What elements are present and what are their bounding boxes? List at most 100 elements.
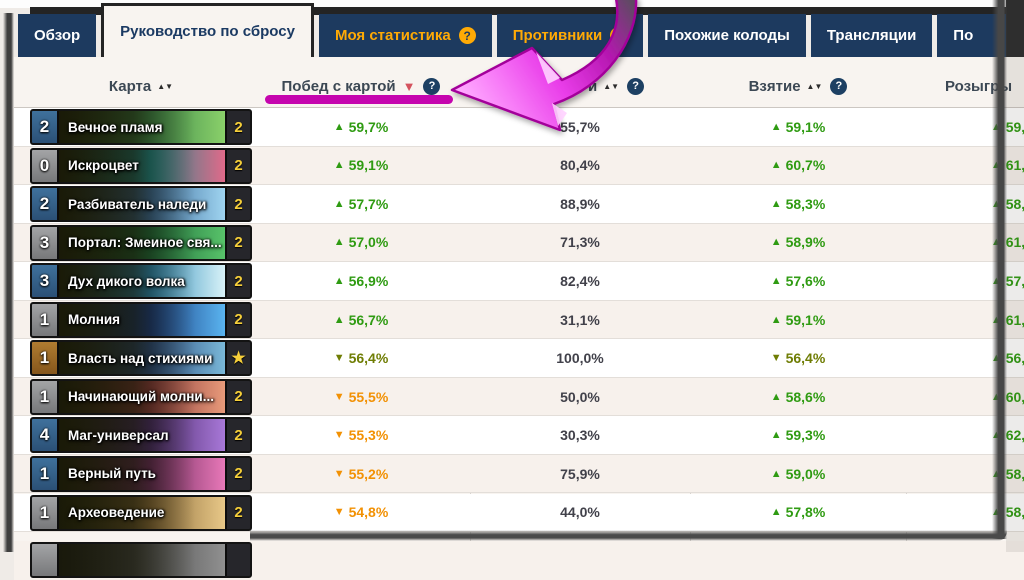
card-tile[interactable]: 3Портал: Змеиное свя...2 — [30, 225, 252, 261]
trend-up-icon: ▲ — [771, 236, 782, 248]
trend-up-icon: ▲ — [771, 468, 782, 480]
card-tile[interactable]: 2Разбиватель наледи2 — [30, 186, 252, 222]
table-row: 2Вечное пламя2▲59,7%55,7%▲59,1%▲59, — [14, 108, 1024, 147]
help-icon[interactable]: ? — [830, 78, 847, 95]
table-row: 1Власть над стихиями★▼56,4%100,0%▼56,4%▲… — [14, 339, 1024, 378]
kept-value: 44,0% — [470, 494, 690, 532]
trend-up-icon: ▲ — [334, 275, 345, 287]
kept-value: 30,3% — [470, 416, 690, 454]
column-label: Побед с картой — [282, 78, 396, 95]
card-tile[interactable]: 3Дух дикого волка2 — [30, 263, 252, 299]
card-count: 2 — [225, 304, 250, 336]
kept-value: 82,4% — [470, 262, 690, 300]
card-count: 2 — [225, 497, 250, 529]
card-count: 2 — [225, 265, 250, 297]
value-text: 59,1% — [786, 312, 826, 328]
window-frame-shadow-left — [3, 13, 14, 552]
trend-up-icon: ▲ — [334, 236, 345, 248]
win-with-card-value: ▼ 56,4% — [252, 339, 470, 377]
help-icon[interactable]: ? — [459, 27, 476, 44]
column-label: Взятие — [749, 78, 801, 95]
mana-cost: 2 — [32, 188, 59, 220]
card-name: Искроцвет — [59, 158, 139, 173]
legendary-star-icon: ★ — [225, 342, 250, 374]
mana-cost: 2 — [32, 111, 59, 143]
tab-4[interactable]: Противники? — [497, 14, 644, 57]
tab-5[interactable]: Похожие колоды — [648, 14, 806, 57]
card-tile[interactable]: 1Археоведение2 — [30, 495, 252, 531]
table-row: 3Портал: Змеиное свя...2▲57,0%71,3%▲58,9… — [14, 224, 1024, 263]
value-text: 55,3% — [349, 427, 389, 443]
sort-both-icon[interactable]: ▲▼ — [603, 82, 619, 91]
tab-6[interactable]: Трансляции — [811, 14, 932, 57]
trend-up-icon: ▲ — [771, 275, 782, 287]
tab-1[interactable]: Обзор — [18, 14, 96, 57]
card-count: 2 — [225, 419, 250, 451]
trend-down-icon: ▼ — [334, 506, 345, 518]
mana-cost — [32, 544, 59, 576]
kept-value: 55,7% — [470, 108, 690, 146]
trend-down-icon: ▼ — [334, 429, 345, 441]
value-text: 56,9% — [349, 273, 389, 289]
tab-bar: ОбзорРуководство по сбросуМоя статистика… — [18, 14, 1017, 57]
mana-cost: 1 — [32, 458, 59, 490]
drawn-value: ▲59,1% — [690, 301, 906, 339]
kept-value: 31,1% — [470, 301, 690, 339]
tab-2[interactable]: Руководство по сбросу — [101, 3, 314, 57]
column-header-card[interactable]: Карта ▲▼ — [30, 74, 252, 98]
card-tile[interactable]: 1Начинающий молни...2 — [30, 379, 252, 415]
win-with-card-value: ▲ 56,9% — [252, 262, 470, 300]
window-frame-shadow-bottom — [250, 530, 1007, 541]
win-with-card-value: ▼ 55,3% — [252, 416, 470, 454]
sort-both-icon[interactable]: ▲▼ — [807, 82, 823, 91]
card-count: 2 — [225, 111, 250, 143]
value-text: 59,1% — [786, 119, 826, 135]
card-art: Молния — [59, 304, 225, 336]
kept-value: 71,3% — [470, 224, 690, 262]
card-count: 2 — [225, 227, 250, 259]
trend-up-icon: ▲ — [771, 506, 782, 518]
value-text: 56,7% — [349, 312, 389, 328]
help-icon[interactable]: ? — [423, 78, 440, 95]
value-text: 58,3% — [786, 196, 826, 212]
table-row: 2Разбиватель наледи2▲57,7%88,9%▲58,3%▲58… — [14, 185, 1024, 224]
card-name: Маг-универсал — [59, 428, 169, 443]
value-text: 56,4% — [349, 350, 389, 366]
card-art: Портал: Змеиное свя... — [59, 227, 225, 259]
trend-up-icon: ▲ — [771, 121, 782, 133]
help-icon[interactable]: ? — [610, 27, 627, 44]
trend-up-icon: ▲ — [771, 429, 782, 441]
value-text: 59,7% — [349, 119, 389, 135]
card-tile[interactable]: 1Верный путь2 — [30, 456, 252, 492]
card-count: 2 — [225, 458, 250, 490]
card-tile[interactable]: 1Власть над стихиями★ — [30, 340, 252, 376]
table-row: 1Археоведение2▼54,8%44,0%▲57,8%▲58, — [14, 494, 1024, 533]
card-name: Дух дикого волка — [59, 274, 185, 289]
column-header-drawn[interactable]: Взятие ▲▼ ? — [690, 74, 906, 98]
card-art: Маг-универсал — [59, 419, 225, 451]
window-frame-shadow-right — [992, 0, 1007, 539]
card-art: Археоведение — [59, 497, 225, 529]
card-tile[interactable]: 0Искроцвет2 — [30, 148, 252, 184]
value-text: 60,7% — [786, 157, 826, 173]
card-art: Искроцвет — [59, 150, 225, 182]
card-tile[interactable] — [30, 542, 252, 578]
card-tile[interactable]: 2Вечное пламя2 — [30, 109, 252, 145]
trend-down-icon: ▼ — [334, 352, 345, 364]
drawn-value: ▲60,7% — [690, 147, 906, 185]
card-tile[interactable]: 1Молния 2 — [30, 302, 252, 338]
tab-label: Трансляции — [827, 27, 916, 44]
sort-both-icon[interactable]: ▲▼ — [157, 82, 173, 91]
tab-label: Обзор — [34, 27, 80, 44]
help-icon[interactable]: ? — [627, 78, 644, 95]
sort-desc-icon[interactable]: ▼ — [403, 79, 416, 94]
table-body: 2Вечное пламя2▲59,7%55,7%▲59,1%▲59,0Искр… — [14, 108, 1024, 552]
mana-cost: 1 — [32, 497, 59, 529]
card-art — [59, 544, 225, 576]
card-tile[interactable]: 4Маг-универсал2 — [30, 417, 252, 453]
drawn-value: ▼56,4% — [690, 339, 906, 377]
mana-cost: 1 — [32, 304, 59, 336]
column-header-kept[interactable]: и ▲▼ ? — [588, 74, 644, 98]
card-name: Молния — [59, 312, 120, 327]
tab-3[interactable]: Моя статистика? — [319, 14, 492, 57]
